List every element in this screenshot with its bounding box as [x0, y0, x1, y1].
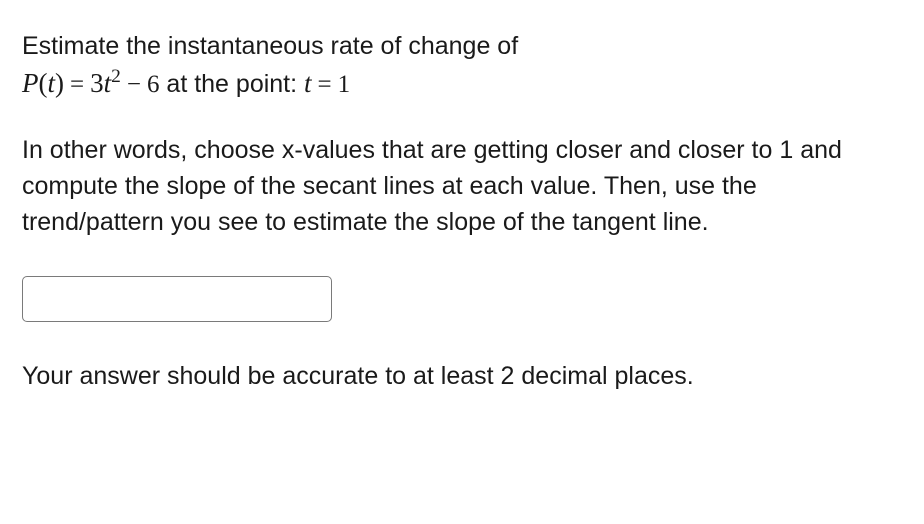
- answer-input[interactable]: [22, 276, 332, 322]
- function-definition-line: P(t)=3t2−6 at the point: t=1: [22, 64, 902, 103]
- point-var: t: [304, 68, 312, 98]
- minus-sign: −: [121, 71, 147, 98]
- var-base: t: [104, 68, 112, 98]
- exponent: 2: [111, 66, 121, 87]
- equals-sign: =: [64, 71, 90, 98]
- prompt-intro: Estimate the instantaneous rate of chang…: [22, 28, 902, 64]
- explanation-text: In other words, choose x-values that are…: [22, 132, 902, 241]
- constant: 6: [147, 71, 160, 98]
- func-var: t: [48, 68, 56, 98]
- equals-sign-point: =: [312, 71, 338, 98]
- term-3t2: 3t2: [90, 68, 121, 98]
- point-value: 1: [338, 71, 351, 98]
- function-P: P(t): [22, 68, 64, 98]
- question-block: Estimate the instantaneous rate of chang…: [22, 28, 902, 395]
- coef: 3: [90, 68, 104, 98]
- func-name: P: [22, 68, 39, 98]
- point-prefix: at the point:: [159, 70, 304, 98]
- accuracy-note: Your answer should be accurate to at lea…: [22, 358, 902, 394]
